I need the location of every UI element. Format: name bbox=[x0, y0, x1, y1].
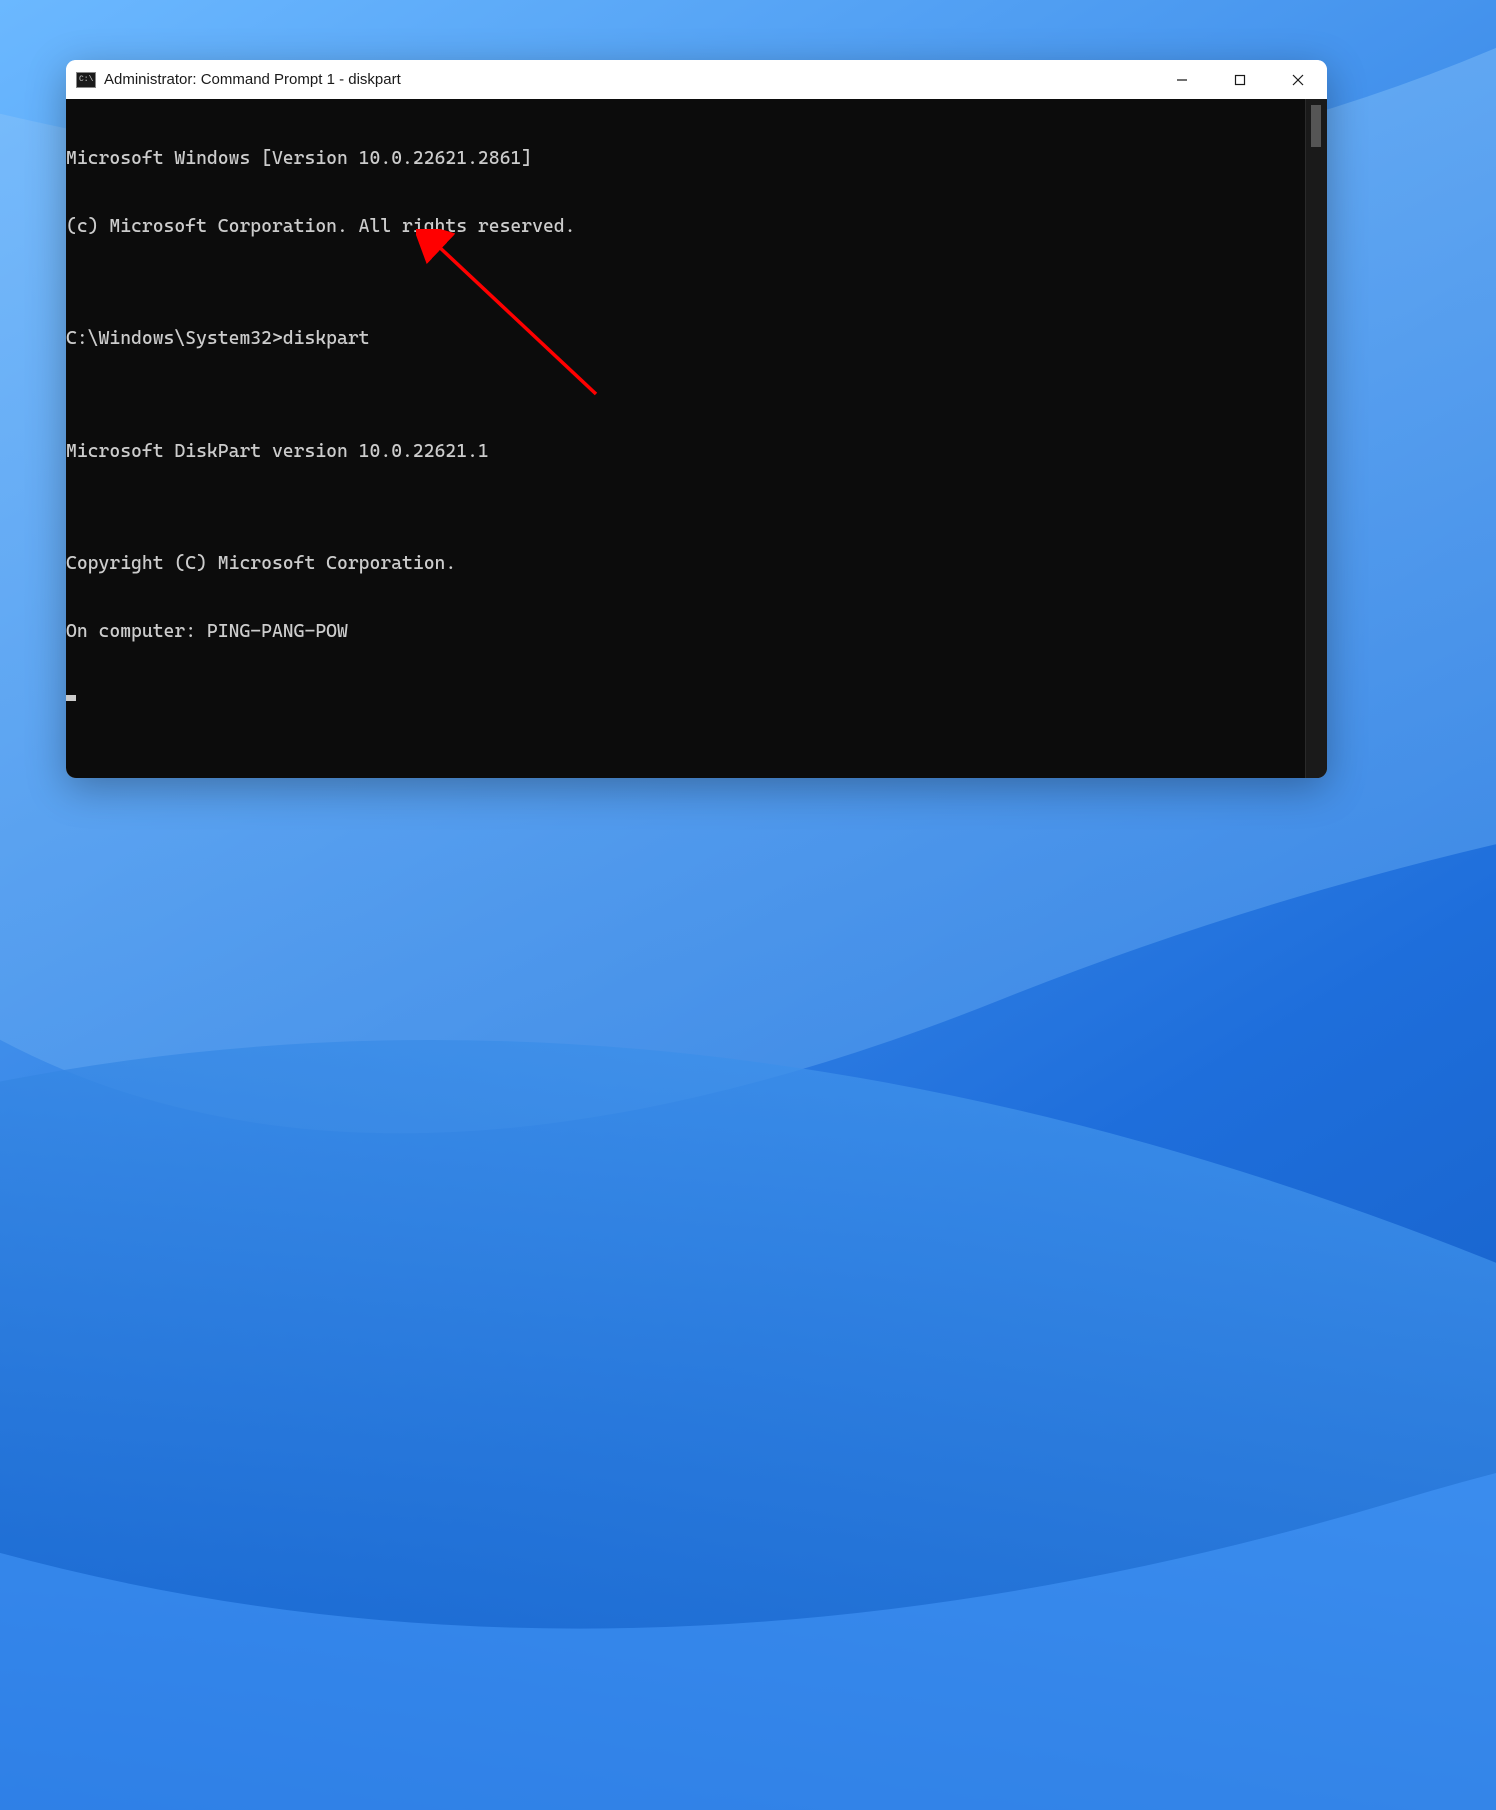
cmd-window: C:\ Administrator: Command Prompt 1 - di… bbox=[66, 60, 1327, 778]
terminal-line: Microsoft Windows [Version 10.0.22621.28… bbox=[66, 148, 1305, 171]
cursor bbox=[66, 695, 76, 701]
terminal-line: On computer: PING-PANG-POW bbox=[66, 621, 1305, 644]
window-title: Administrator: Command Prompt 1 - diskpa… bbox=[104, 71, 401, 88]
minimize-button[interactable] bbox=[1153, 60, 1211, 100]
terminal-line: Copyright (C) Microsoft Corporation. bbox=[66, 553, 1305, 576]
terminal-content[interactable]: Microsoft Windows [Version 10.0.22621.28… bbox=[66, 99, 1305, 778]
terminal-line: (c) Microsoft Corporation. All rights re… bbox=[66, 216, 1305, 239]
terminal-line: Microsoft DiskPart version 10.0.22621.1 bbox=[66, 441, 1305, 464]
maximize-button[interactable] bbox=[1211, 60, 1269, 100]
cmd-icon: C:\ bbox=[76, 72, 96, 88]
terminal-cursor-line bbox=[66, 688, 1305, 711]
window-controls bbox=[1153, 60, 1327, 100]
minimize-icon bbox=[1176, 74, 1188, 86]
terminal-line: C:\Windows\System32>diskpart bbox=[66, 328, 1305, 351]
close-icon bbox=[1292, 74, 1304, 86]
close-button[interactable] bbox=[1269, 60, 1327, 100]
titlebar[interactable]: C:\ Administrator: Command Prompt 1 - di… bbox=[66, 60, 1327, 99]
maximize-icon bbox=[1234, 74, 1246, 86]
scrollbar-track[interactable] bbox=[1305, 99, 1327, 778]
terminal-area[interactable]: Microsoft Windows [Version 10.0.22621.28… bbox=[66, 99, 1327, 778]
scrollbar-thumb[interactable] bbox=[1311, 105, 1321, 147]
annotation-arrow bbox=[416, 229, 616, 409]
